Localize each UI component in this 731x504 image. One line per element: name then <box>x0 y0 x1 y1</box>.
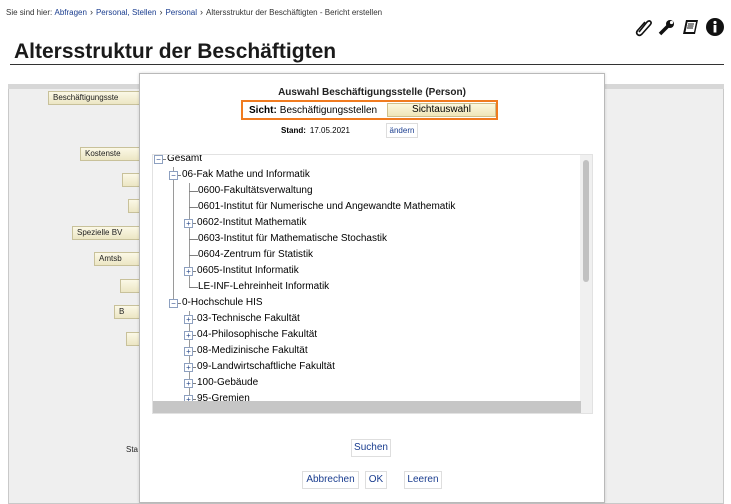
view-value: Beschäftigungsstellen <box>279 104 378 116</box>
filter-button[interactable]: B <box>114 305 140 319</box>
expand-icon[interactable]: + <box>184 218 193 228</box>
tree-node[interactable]: +03-Technische Fakultät <box>184 311 300 327</box>
ok-button[interactable]: OK <box>365 471 387 489</box>
attachment-icon[interactable] <box>632 16 653 37</box>
tree-node-label: 0602-Institut Mathematik <box>197 217 307 228</box>
expand-icon[interactable]: + <box>184 330 193 340</box>
view-selector: Sicht: Beschäftigungsstellen Sichtauswah… <box>241 100 498 120</box>
horizontal-scrollbar[interactable] <box>153 401 592 413</box>
tree-node-label: 0600-Fakultätsverwaltung <box>198 185 313 196</box>
collapse-icon[interactable]: − <box>154 155 163 164</box>
tree-node[interactable]: −06-Fak Mathe und Informatik <box>169 167 310 183</box>
tree-node-label: 0603-Institut für Mathematische Stochast… <box>198 233 387 244</box>
vertical-scroll-thumb[interactable] <box>583 160 589 282</box>
expand-icon[interactable]: + <box>184 266 193 276</box>
tree-node-label: 0-Hochschule HIS <box>182 297 263 308</box>
stand-label: Stand: <box>281 126 306 135</box>
tree-node[interactable]: +08-Medizinische Fakultät <box>184 343 308 359</box>
tree-connector <box>173 167 174 303</box>
chevron-right-icon: › <box>159 7 163 17</box>
tree-node[interactable]: 0603-Institut für Mathematische Stochast… <box>189 231 387 247</box>
chevron-right-icon: › <box>200 7 204 17</box>
tree-node-label: 100-Gebäude <box>197 377 259 388</box>
filter-button[interactable] <box>126 332 140 346</box>
collapse-icon[interactable]: − <box>169 170 178 180</box>
book-icon[interactable] <box>680 16 701 37</box>
stichtag-label: Sta <box>126 445 139 454</box>
expand-icon[interactable]: + <box>184 378 193 388</box>
breadcrumb: Sie sind hier: Abfragen › Personal, Stel… <box>6 7 382 17</box>
breadcrumb-prefix: Sie sind hier: <box>6 7 53 17</box>
search-button[interactable]: Suchen <box>351 439 391 457</box>
tree-node-label: 0601-Institut für Numerische und Angewan… <box>198 201 456 212</box>
breadcrumb-link-personal[interactable]: Personal <box>165 8 197 17</box>
toolbar <box>632 16 725 37</box>
tree-node-label: 04-Philosophische Fakultät <box>197 329 318 340</box>
page-title: Altersstruktur der Beschäftigten <box>14 40 337 63</box>
amtsbezeichnung-button[interactable]: Amtsb <box>94 252 140 266</box>
stand-info: Stand: 17.05.2021 <box>281 126 350 135</box>
chevron-right-icon: › <box>89 7 93 17</box>
collapse-icon[interactable]: − <box>169 298 178 308</box>
kostenstelle-button[interactable]: Kostenste <box>80 147 140 161</box>
info-icon[interactable] <box>704 16 725 37</box>
breadcrumb-link-personal-stellen[interactable]: Personal, Stellen <box>96 8 156 17</box>
stand-date: 17.05.2021 <box>309 126 350 135</box>
view-label: Sicht: <box>249 104 277 116</box>
tree-node[interactable]: +100-Gebäude <box>184 375 258 391</box>
tree-node-label: 0604-Zentrum für Statistik <box>198 249 314 260</box>
tree-node-label: LE-INF-Lehreinheit Informatik <box>198 281 330 292</box>
tree-node[interactable]: LE-INF-Lehreinheit Informatik <box>189 279 329 295</box>
filter-button[interactable] <box>120 279 140 293</box>
expand-icon[interactable]: + <box>184 314 193 324</box>
tree-node[interactable]: 0600-Fakultätsverwaltung <box>189 183 313 199</box>
sichtauswahl-button[interactable]: Sichtauswahl <box>387 103 496 117</box>
clear-button[interactable]: Leeren <box>404 471 442 489</box>
title-divider <box>10 64 724 65</box>
tree-view[interactable]: − Gesamt −06-Fak Mathe und Informatik 060… <box>152 154 593 414</box>
tree-node-label: 03-Technische Fakultät <box>197 313 300 324</box>
tree-node[interactable]: −0-Hochschule HIS <box>169 295 263 311</box>
breadcrumb-link-abfragen[interactable]: Abfragen <box>54 8 86 17</box>
change-date-link[interactable]: ändern <box>386 123 418 138</box>
filter-button[interactable] <box>122 173 140 187</box>
tools-icon[interactable] <box>656 16 677 37</box>
tree-node[interactable]: 0604-Zentrum für Statistik <box>189 247 313 263</box>
tree-node-gesamt[interactable]: − Gesamt <box>154 154 203 167</box>
dialog-title: Auswahl Beschäftigungsstelle (Person) <box>278 87 466 98</box>
tree-node[interactable]: +0605-Institut Informatik <box>184 263 299 279</box>
tree-node[interactable]: +04-Philosophische Fakultät <box>184 327 317 343</box>
tree-node-label: 09-Landwirtschaftliche Fakultät <box>197 361 335 372</box>
tree-node-label: 08-Medizinische Fakultät <box>197 345 308 356</box>
tree-node-label: 06-Fak Mathe und Informatik <box>182 169 310 180</box>
tree-node[interactable]: +09-Landwirtschaftliche Fakultät <box>184 359 335 375</box>
breadcrumb-current: Altersstruktur der Beschäftigten - Beric… <box>206 7 383 17</box>
tree-node-label: Gesamt <box>167 154 203 164</box>
spezielle-bv-button[interactable]: Spezielle BV <box>72 226 140 240</box>
horizontal-scroll-thumb[interactable] <box>153 401 581 413</box>
vertical-scrollbar[interactable] <box>580 155 592 403</box>
selection-dialog: Auswahl Beschäftigungsstelle (Person) Si… <box>139 73 605 503</box>
expand-icon[interactable]: + <box>184 346 193 356</box>
beschaeftigungsstelle-button[interactable]: Beschäftigungsste <box>48 91 140 105</box>
tree-node-label: 0605-Institut Informatik <box>197 265 299 276</box>
cancel-button[interactable]: Abbrechen <box>302 471 359 489</box>
tree-node[interactable]: +0602-Institut Mathematik <box>184 215 307 231</box>
tree-node[interactable]: 0601-Institut für Numerische und Angewan… <box>189 199 455 215</box>
expand-icon[interactable]: + <box>184 362 193 372</box>
